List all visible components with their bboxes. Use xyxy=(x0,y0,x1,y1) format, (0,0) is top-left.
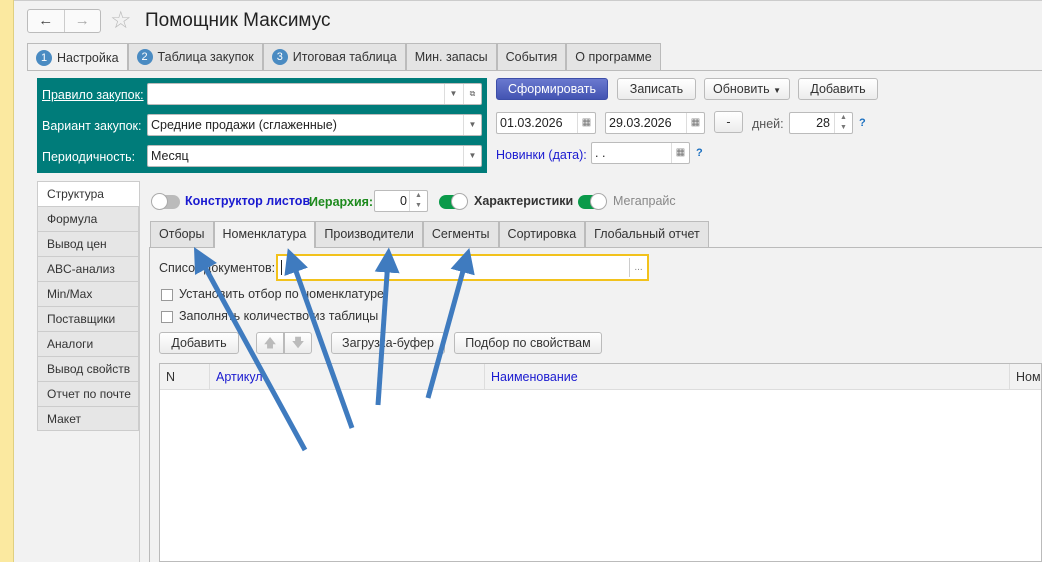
arrow-to-manufacturers xyxy=(374,247,400,406)
arrow-to-nomenclature xyxy=(284,248,355,429)
arrow-to-filters xyxy=(194,247,308,452)
arrow-to-segments xyxy=(425,247,475,399)
annotation-arrows xyxy=(194,247,475,452)
